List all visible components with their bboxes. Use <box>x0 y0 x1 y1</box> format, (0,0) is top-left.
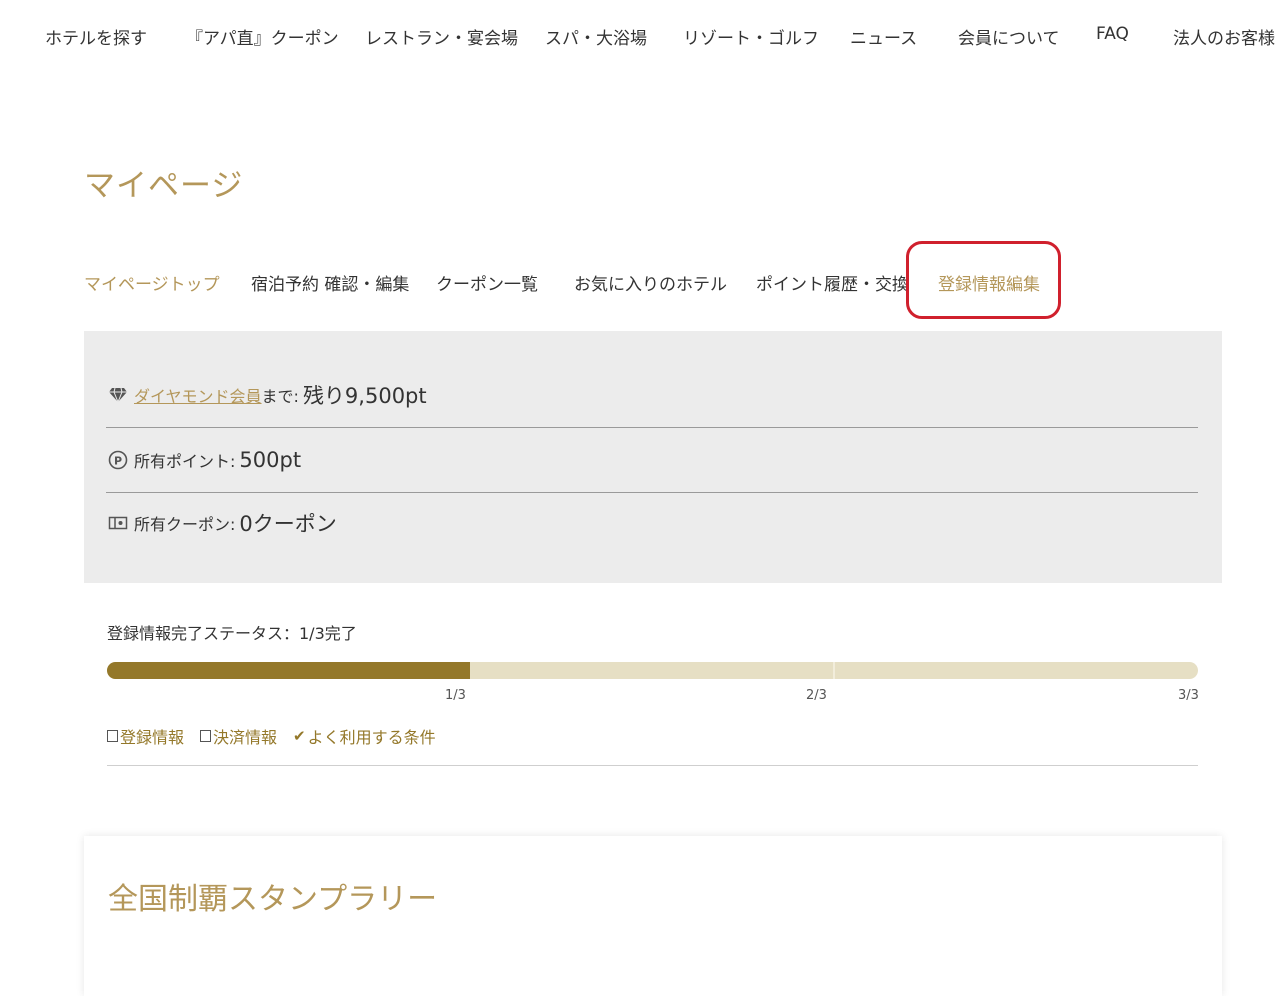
rank-suffix: まで: <box>261 387 299 406</box>
checklist-label: 登録情報 <box>120 728 185 747</box>
points-summary: ダイヤモンド会員 まで: 残り9,500pt P 所有ポイント: 500pt 所… <box>84 331 1222 583</box>
progress-tick-3: 3/3 <box>1178 688 1199 703</box>
owned-points-row: P 所有ポイント: 500pt <box>106 428 1198 493</box>
checklist-label: よく利用する条件 <box>307 728 436 747</box>
page-title: マイページ <box>84 168 244 204</box>
nav-corporate[interactable]: 法人のお客様 <box>1173 24 1275 49</box>
tab-highlight-outline <box>906 241 1061 319</box>
nav-restaurant[interactable]: レストラン・宴会場 <box>365 24 518 49</box>
stamp-rally-title: 全国制覇スタンプラリー <box>108 882 438 917</box>
owned-coupons-value: 0クーポン <box>239 512 337 536</box>
mypage-tabs: マイページトップ 宿泊予約 確認・編集 クーポン一覧 お気に入りのホテル ポイン… <box>0 262 1280 302</box>
tab-reservations[interactable]: 宿泊予約 確認・編集 <box>251 270 409 295</box>
progress-fill <box>107 662 471 679</box>
diamond-icon <box>106 384 130 406</box>
unchecked-box-icon <box>200 730 212 742</box>
owned-points-value: 500pt <box>239 448 302 472</box>
nav-news[interactable]: ニュース <box>850 24 917 49</box>
nav-resort-golf[interactable]: リゾート・ゴルフ <box>683 24 819 49</box>
owned-points-label: 所有ポイント: <box>134 452 236 471</box>
coupon-icon <box>106 512 130 534</box>
registration-checklist: 登録情報 決済情報 ✔ よく利用する条件 <box>107 724 1198 766</box>
nav-spa[interactable]: スパ・大浴場 <box>545 24 647 49</box>
point-p-icon: P <box>106 449 130 471</box>
unchecked-box-icon <box>107 730 118 742</box>
rank-remaining: 残り9,500pt <box>302 384 427 408</box>
checklist-item-payment[interactable]: 決済情報 <box>200 724 277 748</box>
registration-progress-bar <box>107 662 1198 679</box>
tab-point-history[interactable]: ポイント履歴・交換 <box>756 270 909 295</box>
tab-coupons[interactable]: クーポン一覧 <box>436 270 538 295</box>
progress-tick-2: 2/3 <box>806 688 827 703</box>
stamp-rally-card: 全国制覇スタンプラリー <box>84 836 1222 996</box>
tab-mypage-top[interactable]: マイページトップ <box>84 270 220 295</box>
checkmark-icon: ✔ <box>293 727 306 745</box>
nav-faq[interactable]: FAQ <box>1096 24 1129 44</box>
rank-progress-row: ダイヤモンド会員 まで: 残り9,500pt <box>106 363 1198 428</box>
svg-text:P: P <box>114 455 122 468</box>
tab-favorite-hotels[interactable]: お気に入りのホテル <box>574 270 727 295</box>
progress-tick-1: 1/3 <box>445 688 466 703</box>
diamond-member-link[interactable]: ダイヤモンド会員 <box>134 383 262 407</box>
owned-coupons-label: 所有クーポン: <box>134 515 236 534</box>
checklist-label: 決済情報 <box>213 728 278 747</box>
checklist-item-preferences[interactable]: ✔ よく利用する条件 <box>293 724 436 748</box>
checklist-item-registration[interactable]: 登録情報 <box>107 724 184 748</box>
nav-apa-coupon[interactable]: 『アパ直』クーポン <box>186 24 339 49</box>
progress-separator <box>833 662 835 679</box>
nav-membership[interactable]: 会員について <box>958 24 1060 49</box>
global-nav: ホテルを探す 『アパ直』クーポン レストラン・宴会場 スパ・大浴場 リゾート・ゴ… <box>0 0 1280 72</box>
owned-coupons-row: 所有クーポン: 0クーポン <box>106 491 1198 555</box>
registration-status-label: 登録情報完了ステータス：1/3完了 <box>107 624 357 643</box>
nav-find-hotel[interactable]: ホテルを探す <box>45 24 147 49</box>
